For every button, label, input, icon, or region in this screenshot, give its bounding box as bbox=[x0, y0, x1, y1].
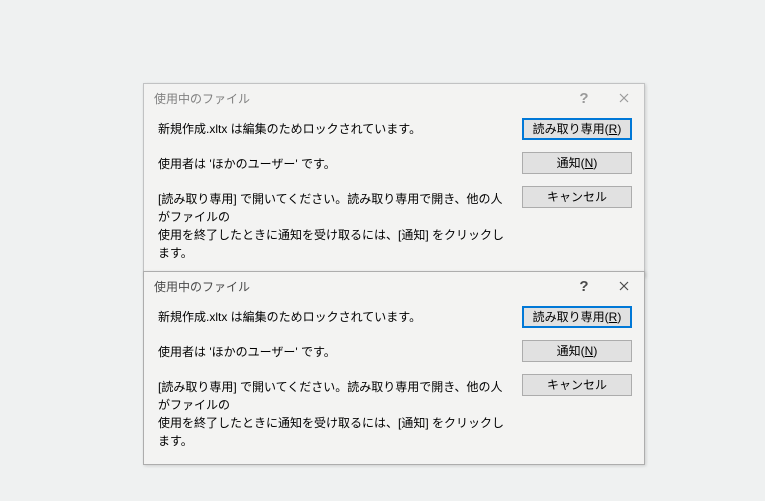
notify-button[interactable]: 通知(N) bbox=[522, 340, 632, 362]
button-label: 読み取り専用( bbox=[533, 310, 609, 324]
dialog-title: 使用中のファイル bbox=[154, 90, 564, 107]
button-label: キャンセル bbox=[547, 378, 607, 392]
button-label-tail: ) bbox=[593, 344, 597, 358]
message-user: 使用者は 'ほかのユーザー' です。 bbox=[158, 155, 510, 172]
titlebar: 使用中のファイル ? bbox=[144, 272, 644, 300]
button-label: 通知( bbox=[557, 344, 585, 358]
button-label: 通知( bbox=[557, 156, 585, 170]
help-icon[interactable]: ? bbox=[564, 84, 604, 112]
file-in-use-dialog: 使用中のファイル ? 新規作成.xltx は編集のためロックされています。 使用… bbox=[143, 271, 645, 465]
button-label-tail: ) bbox=[617, 122, 621, 136]
read-only-button[interactable]: 読み取り専用(R) bbox=[522, 306, 632, 328]
dialog-body: 新規作成.xltx は編集のためロックされています。 使用者は 'ほかのユーザー… bbox=[144, 112, 644, 276]
cancel-button[interactable]: キャンセル bbox=[522, 186, 632, 208]
message-line: [読み取り専用] で開いてください。読み取り専用で開き、他の人がファイルの bbox=[158, 380, 502, 412]
button-label: 読み取り専用( bbox=[533, 122, 609, 136]
button-label-tail: ) bbox=[593, 156, 597, 170]
close-icon[interactable] bbox=[604, 272, 644, 300]
message-line: 使用を終了したときに通知を受け取るには、[通知] をクリックします。 bbox=[158, 416, 504, 448]
message-locked: 新規作成.xltx は編集のためロックされています。 bbox=[158, 120, 510, 137]
button-label-tail: ) bbox=[617, 310, 621, 324]
help-icon[interactable]: ? bbox=[564, 272, 604, 300]
cancel-button[interactable]: キャンセル bbox=[522, 374, 632, 396]
file-in-use-dialog: 使用中のファイル ? 新規作成.xltx は編集のためロックされています。 使用… bbox=[143, 83, 645, 277]
button-label: キャンセル bbox=[547, 190, 607, 204]
button-column: 読み取り専用(R) 通知(N) キャンセル bbox=[522, 118, 632, 262]
message-line: [読み取り専用] で開いてください。読み取り専用で開き、他の人がファイルの bbox=[158, 192, 502, 224]
message-line: 使用を終了したときに通知を受け取るには、[通知] をクリックします。 bbox=[158, 228, 504, 260]
read-only-button[interactable]: 読み取り専用(R) bbox=[522, 118, 632, 140]
close-icon[interactable] bbox=[604, 84, 644, 112]
message-instructions: [読み取り専用] で開いてください。読み取り専用で開き、他の人がファイルの 使用… bbox=[158, 378, 510, 450]
dialog-title: 使用中のファイル bbox=[154, 278, 564, 295]
titlebar: 使用中のファイル ? bbox=[144, 84, 644, 112]
message-instructions: [読み取り専用] で開いてください。読み取り専用で開き、他の人がファイルの 使用… bbox=[158, 190, 510, 262]
message-locked: 新規作成.xltx は編集のためロックされています。 bbox=[158, 308, 510, 325]
dialog-body: 新規作成.xltx は編集のためロックされています。 使用者は 'ほかのユーザー… bbox=[144, 300, 644, 464]
notify-button[interactable]: 通知(N) bbox=[522, 152, 632, 174]
message-user: 使用者は 'ほかのユーザー' です。 bbox=[158, 343, 510, 360]
message-area: 新規作成.xltx は編集のためロックされています。 使用者は 'ほかのユーザー… bbox=[158, 118, 510, 262]
button-column: 読み取り専用(R) 通知(N) キャンセル bbox=[522, 306, 632, 450]
message-area: 新規作成.xltx は編集のためロックされています。 使用者は 'ほかのユーザー… bbox=[158, 306, 510, 450]
